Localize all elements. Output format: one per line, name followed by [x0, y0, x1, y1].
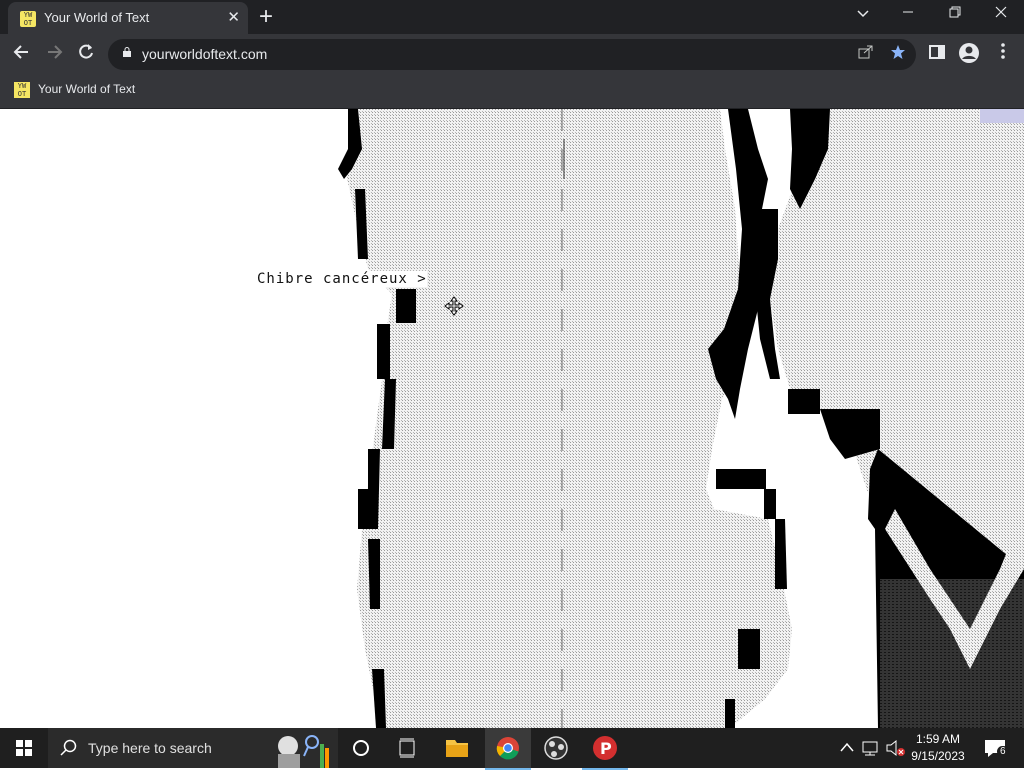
lock-icon[interactable]: [122, 47, 132, 57]
search-icon: [60, 739, 77, 756]
browser-toolbar: yourworldoftext.com: [0, 34, 1024, 74]
tab-title: Your World of Text: [44, 10, 150, 25]
new-tab-button[interactable]: +: [259, 3, 273, 31]
url-text[interactable]: yourworldoftext.com: [142, 46, 267, 62]
cortana-icon[interactable]: [338, 728, 384, 768]
address-bar[interactable]: yourworldoftext.com: [108, 39, 916, 70]
browser-tab-strip: YW OT Your World of Text ✕ +: [0, 0, 1024, 34]
p-app-icon[interactable]: P: [582, 728, 628, 770]
windows-logo-icon[interactable]: [0, 728, 48, 768]
sidebar-icon[interactable]: [924, 42, 950, 68]
kebab-menu-icon[interactable]: [990, 42, 1016, 68]
close-tab-icon[interactable]: ✕: [227, 8, 240, 28]
chrome-icon[interactable]: [485, 728, 531, 770]
task-view-icon[interactable]: [384, 728, 430, 768]
taskbar-clock[interactable]: 1:59 AM 9/15/2023: [910, 731, 966, 765]
search-placeholder[interactable]: Type here to search: [88, 740, 212, 756]
back-icon[interactable]: [9, 42, 35, 68]
bookmarks-bar: YW OT Your World of Text: [0, 74, 1024, 109]
notification-count: 6: [997, 746, 1009, 757]
svg-text:P: P: [600, 739, 612, 758]
reload-icon[interactable]: [73, 42, 99, 68]
bookmark-your-world-of-text[interactable]: Your World of Text: [38, 82, 135, 96]
clock-time: 1:59 AM: [915, 732, 961, 746]
browser-tab[interactable]: YW OT Your World of Text ✕: [8, 2, 248, 34]
restore-icon[interactable]: [940, 4, 970, 26]
obs-icon[interactable]: [533, 728, 579, 768]
chevron-up-icon[interactable]: [836, 728, 858, 768]
windows-taskbar: Type here to search P 1:59 AM 9/15/2023 …: [0, 728, 1024, 770]
ascii-art-drawing: [338, 109, 1024, 728]
taskbar-search-box[interactable]: Type here to search: [48, 728, 338, 768]
star-icon[interactable]: [890, 44, 906, 65]
clock-date: 9/15/2023: [911, 749, 965, 763]
bookmark-favicon-icon: YW OT: [14, 82, 30, 98]
share-icon[interactable]: [858, 44, 874, 65]
network-icon[interactable]: [860, 728, 882, 768]
move-cursor-icon: [444, 296, 464, 316]
search-highlight-illustration-icon: [278, 735, 329, 768]
minimize-icon[interactable]: [893, 4, 923, 26]
forward-icon[interactable]: [41, 42, 67, 68]
tab-search-icon[interactable]: [848, 4, 878, 26]
world-canvas[interactable]: Chibre cancéreux >: [0, 109, 1024, 728]
world-text-label[interactable]: Chibre cancéreux >: [257, 271, 427, 287]
profile-icon[interactable]: [956, 42, 982, 68]
volume-muted-icon[interactable]: [884, 728, 908, 768]
close-window-icon[interactable]: [986, 4, 1016, 26]
site-favicon-icon: YW OT: [20, 11, 36, 27]
notification-icon[interactable]: 6: [976, 728, 1016, 768]
file-explorer-icon[interactable]: [434, 728, 480, 768]
